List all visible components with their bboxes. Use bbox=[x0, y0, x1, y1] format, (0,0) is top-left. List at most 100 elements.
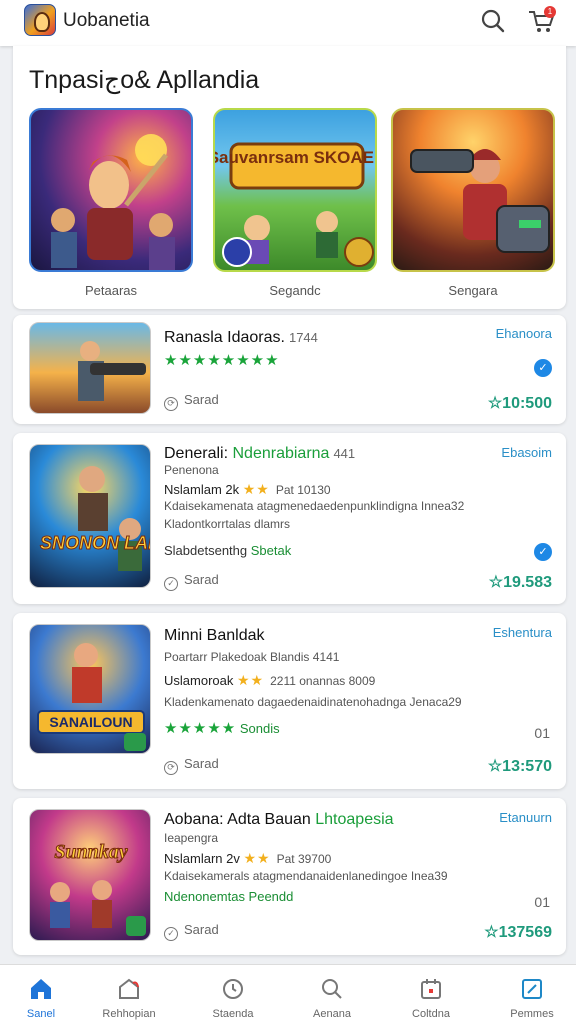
featured-caption-2: Segandc bbox=[269, 283, 321, 298]
featured-art-3 bbox=[410, 149, 550, 253]
game-tag-2-label: Slabdetsenthg bbox=[164, 543, 248, 558]
bookmark-icon: ⟳ bbox=[164, 397, 178, 411]
game-title-3: Minni Banldak bbox=[164, 627, 265, 644]
game-subtitle-3-text: Poartarr Plakedoak Blandis bbox=[164, 650, 310, 664]
game-thumbnail-2[interactable]: SNONON LADUES bbox=[29, 444, 151, 588]
game-art-1 bbox=[78, 341, 146, 401]
game-tag-2: Slabdetsenthg Sbetak bbox=[164, 543, 291, 558]
game-rating-3: ★★★★★ Sondis bbox=[164, 719, 280, 737]
check-icon[interactable]: ✓ bbox=[534, 359, 552, 377]
save-button-3[interactable]: ⟳ Sarad bbox=[164, 756, 219, 775]
thumb-4-text: Sunnkay bbox=[54, 841, 127, 863]
nav-label-calendar: Coltdna bbox=[412, 1008, 450, 1020]
home-icon bbox=[31, 979, 51, 999]
game-title-4-text: Aobana: Adta Bauan bbox=[164, 811, 311, 828]
game-card-1[interactable]: Ranasla Idaoras. 1744 ★★★★★★★★ ⟳ Sarad Eha… bbox=[13, 315, 566, 424]
game-thumbnail-1[interactable] bbox=[29, 322, 151, 414]
game-subtitle-4: Ieapengra bbox=[164, 831, 219, 845]
nav-label-edit: Pemmes bbox=[510, 1008, 554, 1020]
game-subtitle-2: Penenona bbox=[164, 463, 219, 477]
save-label-1: Sarad bbox=[184, 392, 219, 407]
nav-label-store: Rehhopian bbox=[102, 1008, 156, 1020]
price-2: ☆19.583 bbox=[488, 574, 552, 591]
featured-tile-1[interactable] bbox=[29, 108, 193, 272]
bookmark-icon: ✓ bbox=[164, 927, 178, 941]
price-3: ☆13:570 bbox=[487, 758, 552, 775]
save-button-4[interactable]: ✓ Sarad bbox=[164, 922, 219, 941]
game-meta-2-value: Pat 10130 bbox=[275, 483, 331, 497]
card-action-link-1[interactable]: Ehanoora bbox=[496, 326, 552, 341]
game-tag-3: Sondis bbox=[239, 721, 280, 736]
cart-button[interactable]: 1 bbox=[526, 6, 558, 36]
featured-tile-2[interactable]: Sauvanrsam SKOAER bbox=[213, 108, 377, 272]
game-description-2b: Kladontkorrtalas dlamrs bbox=[164, 517, 291, 531]
game-title-1: Ranasla Idaoras. 1744 bbox=[164, 329, 318, 347]
bottom-nav: Sanel Rehhopian Staenda Aenana Coltdna P… bbox=[0, 964, 576, 1024]
store-icon bbox=[119, 978, 139, 999]
nav-item-calendar[interactable]: Coltdna bbox=[383, 965, 479, 1024]
game-meta-3: Uslamoroak ★★ 2211 onannas 8009 bbox=[164, 672, 375, 689]
search-icon[interactable] bbox=[478, 6, 508, 36]
thumb-3-text: SANAILOUN bbox=[49, 714, 132, 730]
game-title-2-text: Denerali: bbox=[164, 445, 229, 462]
game-description-4: Kdaisekamerals atagmendanaidenlanedingoe… bbox=[164, 869, 448, 883]
rating-stars-3: ★★ bbox=[236, 672, 265, 688]
featured-art-2: Sauvanrsam SKOAER bbox=[215, 142, 377, 267]
game-thumbnail-3[interactable]: SANAILOUN bbox=[29, 624, 151, 754]
card-action-link-2[interactable]: Ebasoim bbox=[501, 445, 552, 460]
nav-item-home[interactable]: Sanel bbox=[0, 965, 89, 1024]
game-meta-4-label: Nslamlarn 2v bbox=[164, 851, 240, 866]
game-description-3: Kladenkamenato dagaedenaidinatenohadnga … bbox=[164, 695, 462, 709]
nav-item-clock[interactable]: Staenda bbox=[185, 965, 281, 1024]
edit-icon bbox=[522, 979, 542, 999]
save-button-2[interactable]: ✓ Sarad bbox=[164, 572, 219, 591]
search-icon bbox=[322, 979, 342, 999]
game-card-2[interactable]: SNONON LADUES Denerali: Ndenrabiarna441 … bbox=[13, 433, 566, 604]
game-title-4-highlight: Lhtoapesia bbox=[315, 811, 394, 828]
game-thumbnail-4[interactable]: Sunnkay bbox=[29, 809, 151, 941]
rating-stars-1: ★★★★★★★★ bbox=[164, 352, 280, 369]
featured-section: Tnpasiجo& Apllandia Petaaras Sauvanrsam … bbox=[13, 46, 566, 309]
game-art-3: SANAILOUN bbox=[37, 643, 146, 751]
top-bar: Uobanetia 1 bbox=[0, 0, 576, 46]
game-card-4[interactable]: Sunnkay Aobana: Adta Bauan Lhtoapesia Ie… bbox=[13, 798, 566, 955]
game-card-3[interactable]: SANAILOUN Minni Banldak Poartarr Plakedo… bbox=[13, 613, 566, 789]
nav-label-home: Sanel bbox=[26, 1008, 56, 1020]
save-button-1[interactable]: ⟳ Sarad bbox=[164, 392, 219, 411]
card-number-4: 01 bbox=[534, 894, 550, 910]
game-title-2-num: 441 bbox=[333, 446, 356, 461]
card-action-link-3[interactable]: Eshentura bbox=[493, 625, 552, 640]
game-description-2: Kdaisekamenata atagmenedaedenpunklindign… bbox=[164, 499, 465, 513]
game-meta-4: Nslamlarn 2v ★★ Pat 39700 bbox=[164, 850, 331, 867]
rating-stars-3b: ★★★★★ bbox=[164, 720, 237, 737]
card-action-link-4[interactable]: Etanuurn bbox=[499, 810, 552, 825]
check-icon[interactable]: ✓ bbox=[534, 543, 552, 561]
card-number-3: 01 bbox=[534, 725, 550, 741]
calendar-icon bbox=[421, 979, 441, 999]
nav-item-search[interactable]: Aenana bbox=[284, 965, 380, 1024]
game-title-1-text: Ranasla Idaoras. bbox=[164, 329, 285, 346]
featured-art-1 bbox=[51, 134, 175, 270]
game-meta-3-value: 2211 onannas 8009 bbox=[270, 674, 376, 688]
game-art-4: Sunnkay bbox=[50, 841, 146, 936]
price-4: ☆137569 bbox=[484, 924, 552, 941]
nav-item-store[interactable]: Rehhopian bbox=[81, 965, 177, 1024]
game-meta-2-label: Nslamlam 2k bbox=[164, 482, 240, 497]
nav-label-search: Aenana bbox=[313, 1008, 351, 1020]
save-label-4: Sarad bbox=[184, 922, 219, 937]
app-logo[interactable] bbox=[24, 4, 56, 36]
featured-tile-3[interactable] bbox=[391, 108, 555, 272]
nav-item-edit[interactable]: Pemmes bbox=[484, 965, 576, 1024]
game-meta-3-label: Uslamoroak bbox=[164, 673, 234, 688]
save-label-2: Sarad bbox=[184, 572, 219, 587]
featured-tile-2-logo-text: Sauvanrsam SKOAER bbox=[215, 148, 377, 167]
clock-icon bbox=[223, 979, 243, 999]
featured-caption-1: Petaaras bbox=[84, 283, 138, 298]
price-1: ☆10:500 bbox=[487, 395, 552, 412]
game-tag-2-value: Sbetak bbox=[250, 543, 292, 558]
game-subtitle-3-num: 4141 bbox=[312, 650, 340, 664]
cart-badge: 1 bbox=[544, 6, 556, 18]
rating-stars-2: ★★ bbox=[242, 481, 270, 497]
game-title-4: Aobana: Adta Bauan Lhtoapesia bbox=[164, 811, 394, 829]
bookmark-icon: ⟳ bbox=[164, 761, 178, 775]
